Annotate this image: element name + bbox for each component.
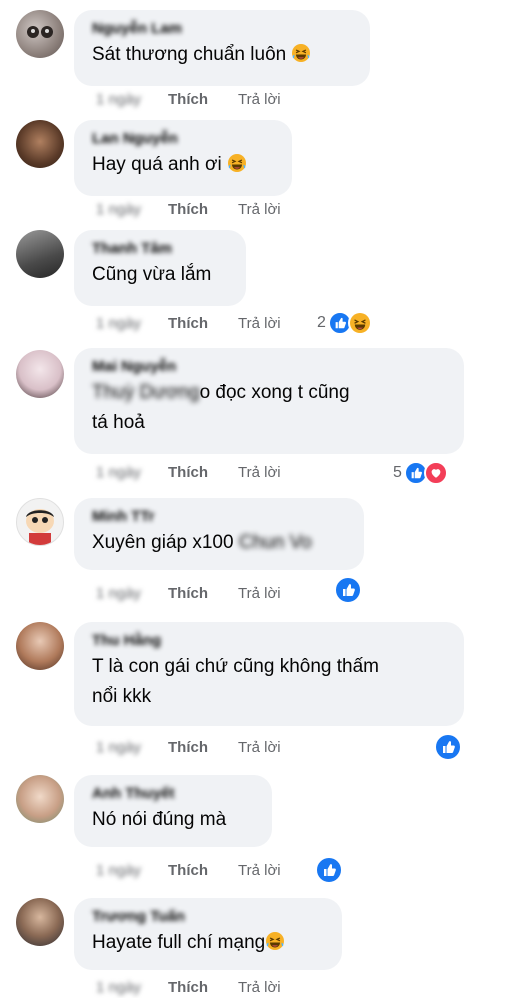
like-button[interactable]: Thích: [168, 90, 208, 110]
comment-text-line-2: tá hoả: [92, 412, 145, 433]
reply-button[interactable]: Trả lời: [238, 314, 281, 334]
like-reaction-icon: [315, 856, 343, 884]
comment-item: Minh TTr Xuyên giáp x100 Chun Vo 1 ngày …: [0, 498, 518, 604]
comment-bubble: Lan Nguyễn Hay quá anh ơi: [74, 120, 292, 196]
comment-time[interactable]: 1 ngày: [96, 861, 141, 881]
avatar[interactable]: [16, 230, 64, 278]
reply-button[interactable]: Trả lời: [238, 978, 281, 998]
avatar[interactable]: [16, 498, 64, 546]
like-button[interactable]: Thích: [168, 200, 208, 220]
reply-button[interactable]: Trả lời: [238, 738, 281, 758]
love-reaction-icon: [423, 461, 448, 485]
comment-item: Thanh Tâm Cũng vừa lắm 1 ngày Thích Trả …: [0, 230, 518, 335]
avatar[interactable]: [16, 350, 64, 398]
commenter-name[interactable]: Anh Thuyết: [92, 785, 256, 805]
like-button[interactable]: Thích: [168, 861, 208, 881]
laughing-emoji-icon: [291, 43, 311, 63]
reply-button[interactable]: Trả lời: [238, 463, 281, 483]
comment-item: Mai Nguyễn Thuỳ Dươngo đọc xong t cũng t…: [0, 348, 518, 485]
commenter-name[interactable]: Mai Nguyễn: [92, 358, 448, 378]
comment-bubble: Nguyễn Lam Sát thương chuẩn luôn: [74, 10, 370, 86]
comment-bubble: Thu Hằng T là con gái chứ cũng không thấ…: [74, 622, 464, 726]
like-button[interactable]: Thích: [168, 738, 208, 758]
comment-text: Nó nói đúng mà: [92, 809, 227, 830]
comment-bubble: Mai Nguyễn Thuỳ Dươngo đọc xong t cũng t…: [74, 348, 464, 454]
comment-time[interactable]: 1 ngày: [96, 978, 141, 998]
reaction-summary[interactable]: [334, 576, 362, 604]
reaction-summary[interactable]: [315, 856, 343, 884]
commenter-name[interactable]: Thu Hằng: [92, 632, 448, 652]
comment-text: Sát thương chuẩn luôn: [92, 44, 287, 65]
comment-text: Hay quá anh ơi: [92, 154, 222, 175]
comment-text-line-2: nổi kkk: [92, 686, 152, 707]
reply-button[interactable]: Trả lời: [238, 90, 281, 110]
laughing-emoji-icon: [227, 153, 247, 173]
mentioned-name[interactable]: Chun Vo: [239, 532, 312, 553]
commenter-name[interactable]: Nguyễn Lam: [92, 20, 354, 40]
avatar[interactable]: [16, 898, 64, 946]
reaction-summary[interactable]: 2: [317, 311, 372, 335]
comment-item: Anh Thuyết Nó nói đúng mà 1 ngày Thích T…: [0, 775, 518, 884]
reply-button[interactable]: Trả lời: [238, 861, 281, 881]
comment-bubble: Anh Thuyết Nó nói đúng mà: [74, 775, 272, 847]
reaction-count: 2: [317, 314, 326, 331]
comment-bubble: Trương Tuấn Hayate full chí mạng: [74, 898, 342, 970]
commenter-name[interactable]: Trương Tuấn: [92, 908, 326, 928]
commenter-name[interactable]: Thanh Tâm: [92, 240, 230, 260]
like-reaction-icon: [434, 733, 462, 761]
comment-text: T là con gái chứ cũng không thấm: [92, 656, 379, 677]
reaction-summary[interactable]: 5: [393, 461, 448, 485]
laughing-emoji-icon: [265, 931, 285, 951]
avatar[interactable]: [16, 775, 64, 823]
haha-reaction-icon: [347, 311, 372, 335]
comment-item: Trương Tuấn Hayate full chí mạng 1 ngày …: [0, 898, 518, 996]
reply-button[interactable]: Trả lời: [238, 584, 281, 604]
like-reaction-icon: [334, 576, 362, 604]
avatar[interactable]: [16, 10, 64, 58]
reaction-count: 5: [393, 464, 402, 481]
comment-item: Nguyễn Lam Sát thương chuẩn luôn 1 ngày …: [0, 10, 518, 108]
avatar[interactable]: [16, 622, 64, 670]
like-button[interactable]: Thích: [168, 463, 208, 483]
comment-text: o đọc xong t cũng: [199, 382, 350, 403]
like-button[interactable]: Thích: [168, 584, 208, 604]
mentioned-name[interactable]: Thuỳ Dương: [92, 382, 200, 403]
comment-text: Hayate full chí mạng: [92, 932, 266, 953]
comment-item: Lan Nguyễn Hay quá anh ơi 1 ngày Thích T…: [0, 120, 518, 218]
comment-time[interactable]: 1 ngày: [96, 90, 141, 110]
comment-text: Xuyên giáp x100: [92, 532, 234, 553]
comment-bubble: Thanh Tâm Cũng vừa lắm: [74, 230, 246, 306]
comment-time[interactable]: 1 ngày: [96, 200, 141, 220]
reaction-summary[interactable]: [434, 733, 462, 761]
comment-text: Cũng vừa lắm: [92, 264, 212, 285]
commenter-name[interactable]: Minh TTr: [92, 508, 348, 528]
comment-time[interactable]: 1 ngày: [96, 463, 141, 483]
like-button[interactable]: Thích: [168, 978, 208, 998]
avatar[interactable]: [16, 120, 64, 168]
comment-time[interactable]: 1 ngày: [96, 314, 141, 334]
reply-button[interactable]: Trả lời: [238, 200, 281, 220]
commenter-name[interactable]: Lan Nguyễn: [92, 130, 276, 150]
comment-item: Thu Hằng T là con gái chứ cũng không thấ…: [0, 622, 518, 761]
like-button[interactable]: Thích: [168, 314, 208, 334]
comment-bubble: Minh TTr Xuyên giáp x100 Chun Vo: [74, 498, 364, 570]
comment-time[interactable]: 1 ngày: [96, 738, 141, 758]
comment-time[interactable]: 1 ngày: [96, 584, 141, 604]
